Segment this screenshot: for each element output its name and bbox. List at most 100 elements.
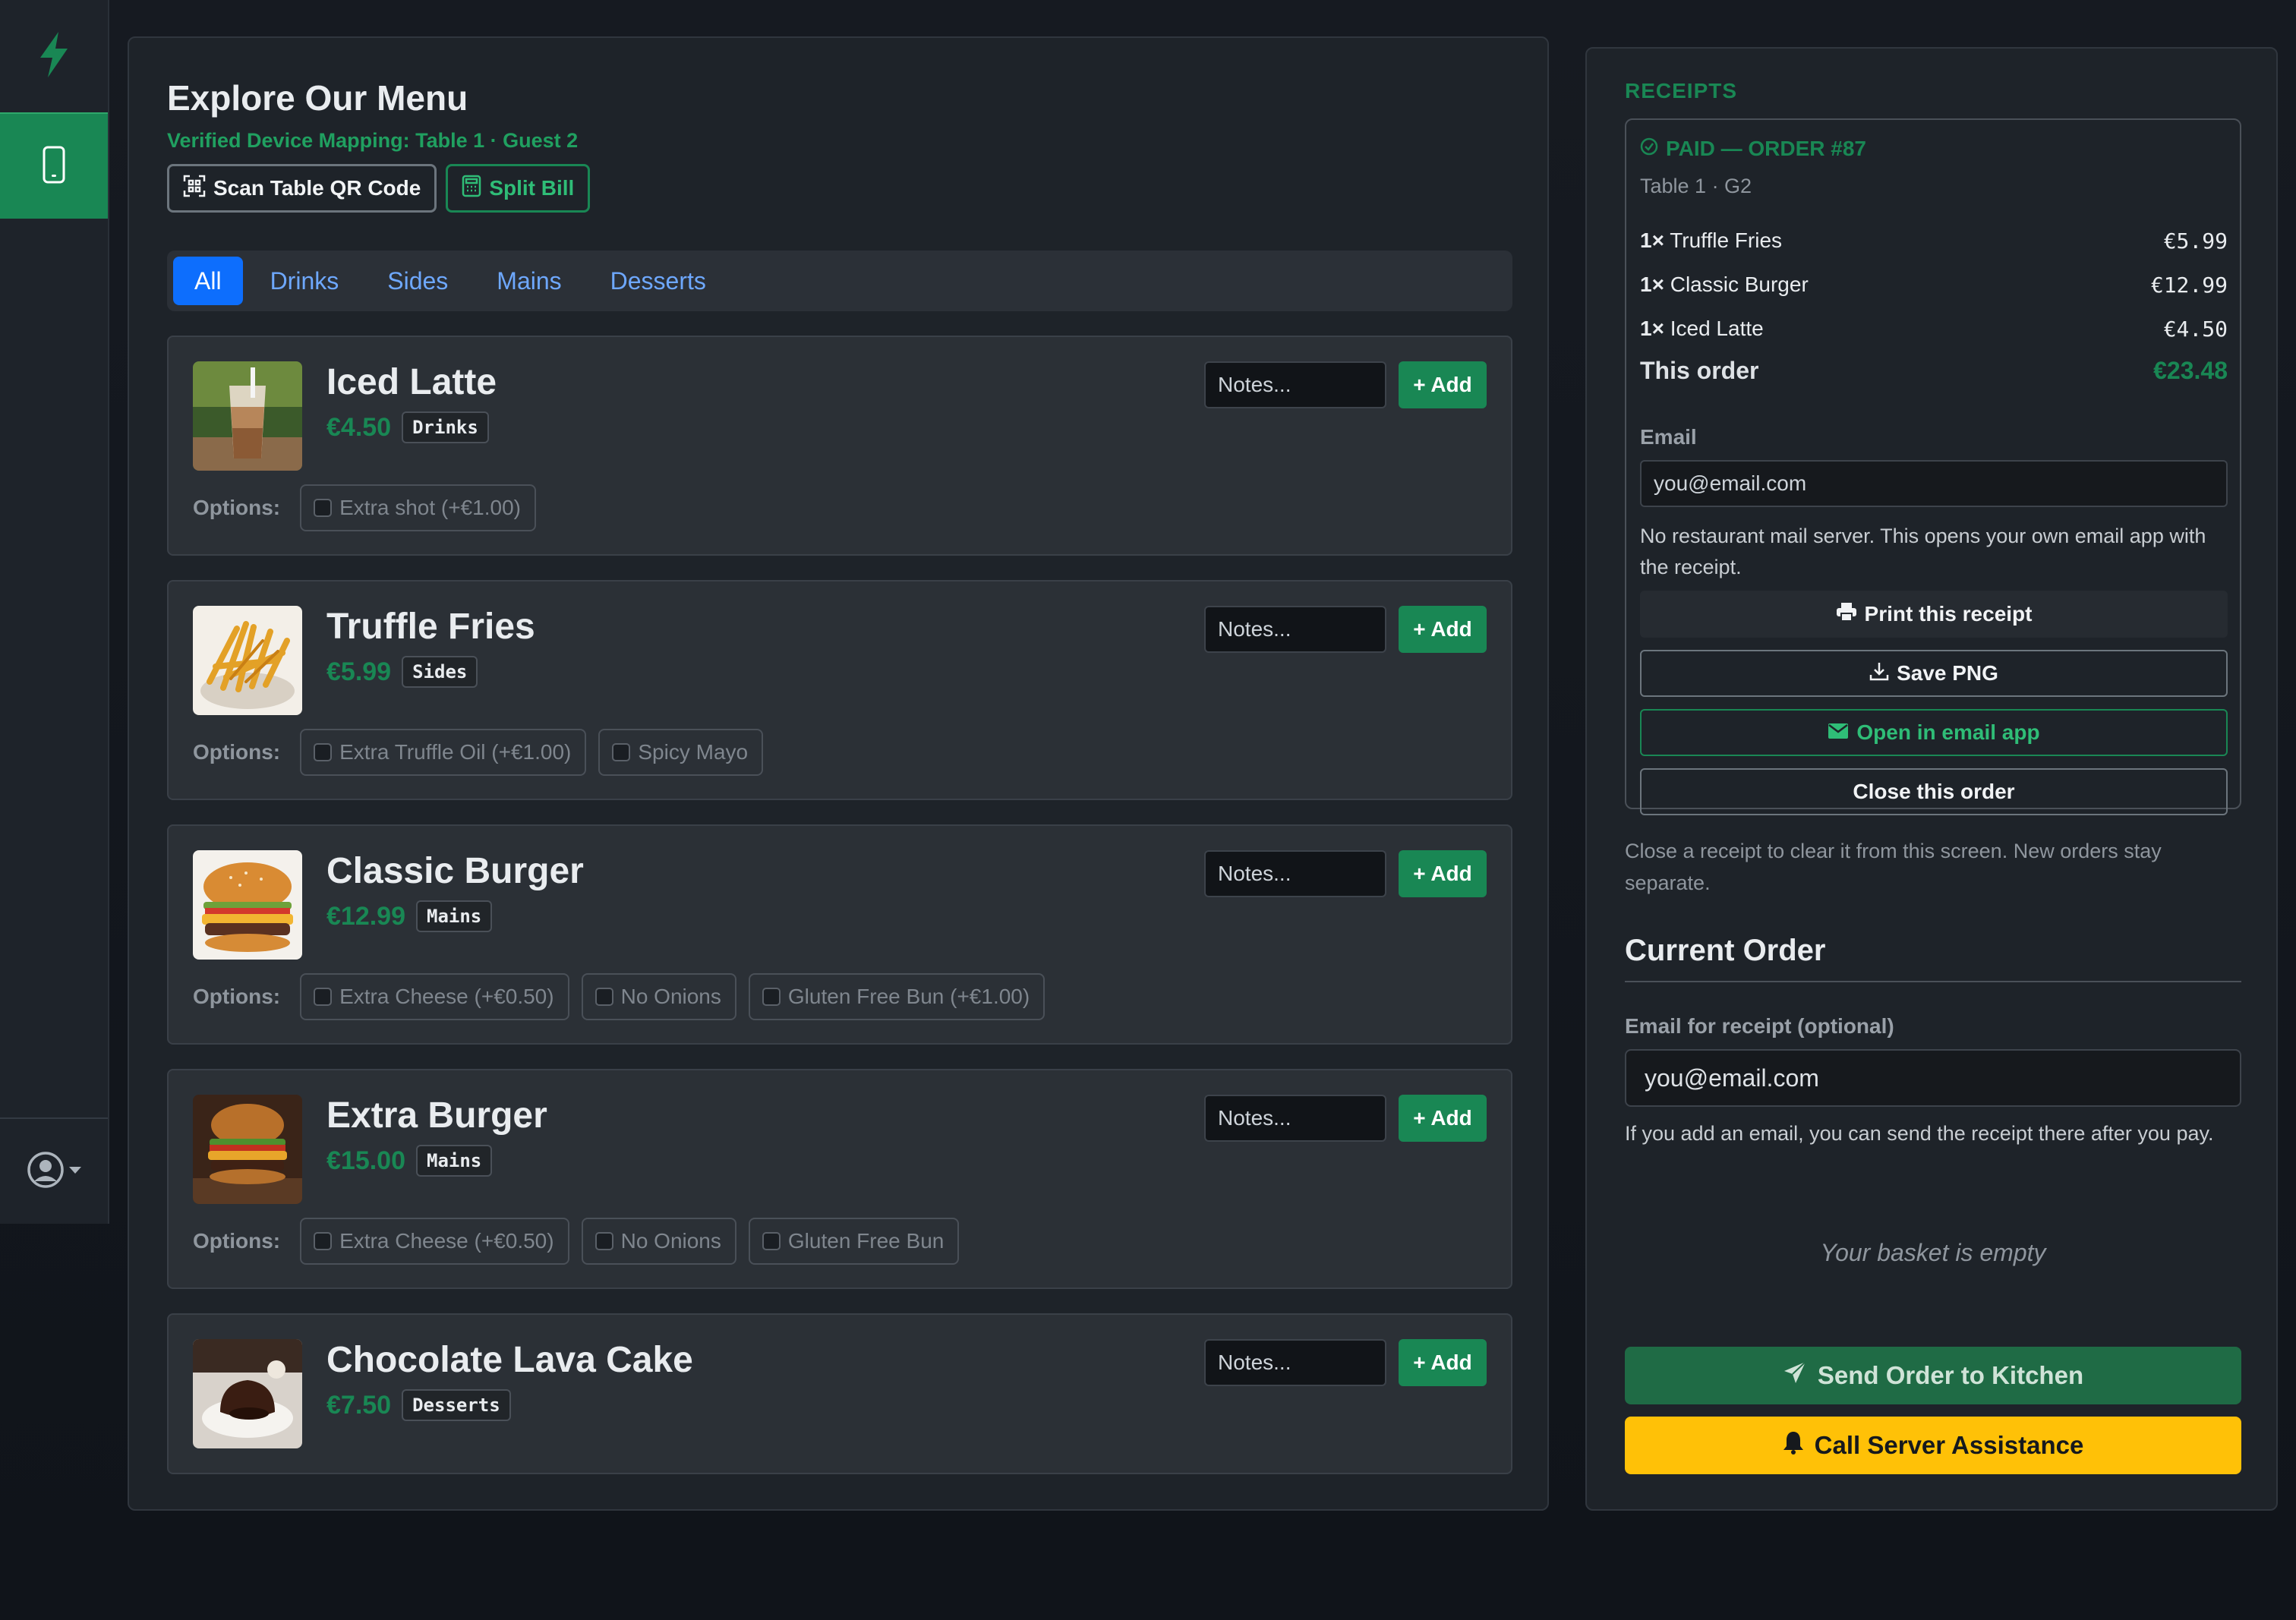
option-label: Extra Cheese (+€0.50)	[339, 1229, 554, 1253]
checkbox-box[interactable]	[762, 1232, 781, 1250]
bell-icon	[1783, 1430, 1804, 1461]
check-circle-icon	[1640, 137, 1658, 161]
menu-item: Classic Burger €12.99 Mains Notes... + A…	[167, 824, 1512, 1045]
receipt-line: 1× Iced Latte €4.50	[1640, 307, 2228, 351]
send-order-button[interactable]: Send Order to Kitchen	[1625, 1347, 2241, 1404]
clear-note: Close a receipt to clear it from this sc…	[1625, 840, 2162, 894]
options-row: Options: Extra Truffle Oil (+€1.00) Spic…	[193, 729, 764, 776]
open-email-button[interactable]: Open in email app	[1640, 709, 2228, 756]
notes-input[interactable]: Notes...	[1204, 361, 1386, 408]
order-email-label: Email for receipt (optional)	[1625, 1014, 1894, 1038]
item-name: Chocolate Lava Cake	[326, 1340, 693, 1380]
receipts-heading: RECEIPTS	[1625, 79, 1738, 102]
tab-mains[interactable]: Mains	[475, 257, 582, 305]
option-label: Extra Cheese (+€0.50)	[339, 985, 554, 1008]
save-png-button[interactable]: Save PNG	[1640, 650, 2228, 697]
options-label: Options:	[193, 740, 281, 764]
nav-item-table-order[interactable]	[0, 112, 108, 219]
tab-all[interactable]: All	[173, 257, 243, 305]
option-checkbox[interactable]: Extra Cheese (+€0.50)	[300, 1218, 569, 1265]
tab-drinks[interactable]: Drinks	[249, 257, 361, 305]
receipt-table: Table 1 · G2	[1640, 175, 1752, 197]
current-order-title: Current Order	[1625, 934, 1826, 967]
item-price: €15.00	[326, 1146, 405, 1175]
printer-icon	[1836, 602, 1857, 627]
option-label: Extra Truffle Oil (+€1.00)	[339, 740, 572, 764]
order-email-input[interactable]: you@email.com	[1625, 1049, 2241, 1107]
receipt-email-label: Email	[1640, 425, 1697, 449]
add-button[interactable]: + Add	[1399, 1095, 1487, 1142]
receipt-email-input[interactable]: you@email.com	[1640, 460, 2228, 507]
menu-item: Truffle Fries €5.99 Sides Notes... + Add…	[167, 580, 1512, 800]
tab-sides[interactable]: Sides	[366, 257, 469, 305]
call-server-label: Call Server Assistance	[1814, 1431, 2084, 1459]
price-line: €15.00 Mains	[326, 1145, 493, 1177]
tab-desserts[interactable]: Desserts	[589, 257, 727, 305]
close-order-button[interactable]: Close this order	[1640, 768, 2228, 815]
line-name: Iced Latte	[1670, 317, 1764, 340]
item-price: €12.99	[326, 901, 405, 931]
checkbox-box[interactable]	[314, 499, 333, 517]
line-amount: €4.50	[2163, 316, 2228, 342]
option-checkbox[interactable]: Gluten Free Bun (+€1.00)	[748, 973, 1046, 1020]
phone-icon	[43, 146, 65, 188]
option-checkbox[interactable]: Extra Cheese (+€0.50)	[300, 973, 569, 1020]
notes-input[interactable]: Notes...	[1204, 606, 1386, 653]
item-price: €7.50	[326, 1390, 392, 1420]
print-receipt-button[interactable]: Print this receipt	[1640, 591, 2228, 638]
options-row: Options: Extra Cheese (+€0.50) No Onions…	[193, 1218, 960, 1265]
lightning-bolt-icon	[37, 31, 71, 81]
option-checkbox[interactable]: Gluten Free Bun	[748, 1218, 960, 1265]
add-button[interactable]: + Add	[1399, 361, 1487, 408]
split-bill-label: Split Bill	[489, 176, 575, 200]
option-label: No Onions	[620, 1229, 721, 1253]
user-menu[interactable]	[0, 1117, 108, 1224]
envelope-icon	[1828, 720, 1849, 745]
item-image	[193, 850, 302, 960]
checkbox-box[interactable]	[594, 988, 613, 1006]
item-image	[193, 1339, 302, 1448]
save-label: Save PNG	[1897, 661, 1998, 685]
line-name: Classic Burger	[1670, 273, 1809, 296]
option-checkbox[interactable]: Extra shot (+€1.00)	[300, 484, 536, 531]
checkbox-box[interactable]	[762, 988, 781, 1006]
item-price: €5.99	[326, 657, 392, 686]
caret-down-icon	[69, 1165, 81, 1178]
option-label: Spicy Mayo	[638, 740, 749, 764]
mail-label: Open in email app	[1856, 720, 2040, 744]
line-name: Truffle Fries	[1670, 229, 1783, 252]
add-button[interactable]: + Add	[1399, 1339, 1487, 1386]
checkbox-box[interactable]	[314, 1232, 333, 1250]
notes-input[interactable]: Notes...	[1204, 1095, 1386, 1142]
notes-input[interactable]: Notes...	[1204, 1339, 1386, 1386]
category-badge: Drinks	[402, 411, 489, 443]
side-rail	[0, 0, 109, 1224]
item-name: Iced Latte	[326, 362, 497, 402]
options-label: Options:	[193, 496, 281, 519]
notes-input[interactable]: Notes...	[1204, 850, 1386, 897]
checkbox-box[interactable]	[594, 1232, 613, 1250]
mail-note: No restaurant mail server. This opens yo…	[1640, 525, 2206, 578]
checkbox-box[interactable]	[314, 988, 333, 1006]
scan-qr-button[interactable]: Scan Table QR Code	[167, 164, 437, 213]
checkbox-box[interactable]	[314, 743, 333, 761]
option-checkbox[interactable]: No Onions	[581, 973, 736, 1020]
call-server-button[interactable]: Call Server Assistance	[1625, 1417, 2241, 1474]
user-circle-icon	[27, 1151, 65, 1193]
option-checkbox[interactable]: Extra Truffle Oil (+€1.00)	[300, 729, 587, 776]
receipt-total: This order €23.48	[1640, 351, 2228, 390]
logo[interactable]	[0, 0, 108, 112]
line-amount: €12.99	[2150, 272, 2228, 298]
split-bill-button[interactable]: Split Bill	[446, 164, 591, 213]
add-button[interactable]: + Add	[1399, 606, 1487, 653]
category-badge: Sides	[402, 656, 478, 688]
option-checkbox[interactable]: No Onions	[581, 1218, 736, 1265]
total-label: This order	[1640, 356, 1759, 384]
order-email-help: If you add an email, you can send the re…	[1625, 1122, 2214, 1145]
option-checkbox[interactable]: Spicy Mayo	[598, 729, 764, 776]
receipt-status-label: PAID — ORDER #87	[1666, 137, 1866, 160]
add-button[interactable]: + Add	[1399, 850, 1487, 897]
price-line: €5.99 Sides	[326, 656, 478, 688]
category-tabs: All Drinks Sides Mains Desserts	[167, 251, 1512, 311]
checkbox-box[interactable]	[612, 743, 631, 761]
